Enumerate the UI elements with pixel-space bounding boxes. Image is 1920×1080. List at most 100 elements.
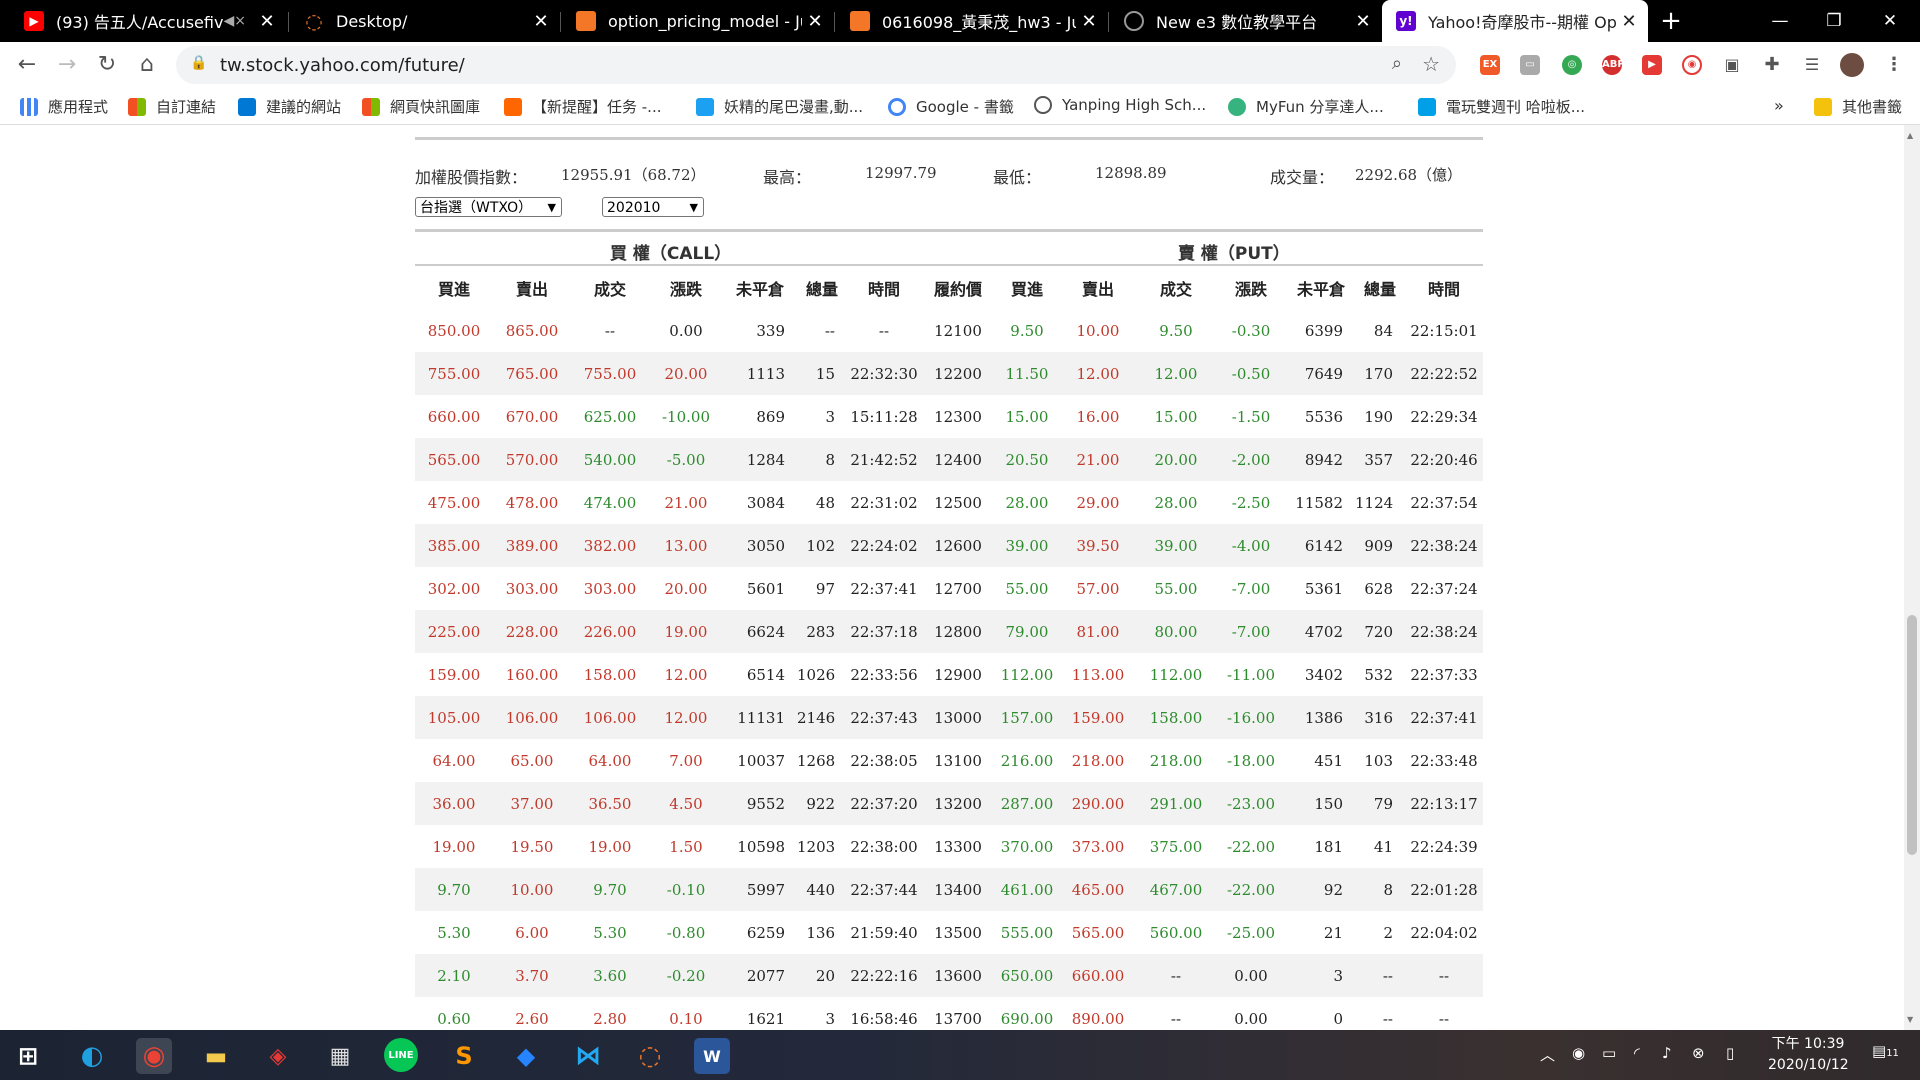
system-clock[interactable]: 下午 10:39 2020/10/12	[1768, 1034, 1849, 1076]
scroll-up-icon[interactable]: ▲	[1907, 131, 1913, 140]
bookmark-reminder[interactable]: 【新提醒】任务 -...	[504, 96, 662, 117]
tab-hw3[interactable]: 0616098_黃秉茂_hw3 - Jup ✕	[836, 0, 1108, 42]
bookmark-yanping[interactable]: Yanping High Sch...	[1034, 96, 1206, 114]
table-row[interactable]: 225.00 228.00 226.00 19.00 6624 283 22:37:18 12…	[415, 610, 1483, 653]
ime-icon[interactable]: ▯	[1726, 1044, 1734, 1062]
bookmark-star-icon[interactable]: ☆	[1422, 52, 1440, 76]
column-header: 履約價	[933, 282, 982, 299]
extension-icon[interactable]: ◉	[1682, 55, 1702, 75]
minimize-button[interactable]: —	[1750, 0, 1810, 42]
cast-icon[interactable]: ▣	[1722, 55, 1742, 75]
tab-yahoo[interactable]: y! Yahoo!奇摩股市--期權 Opti ✕	[1382, 0, 1648, 42]
back-button[interactable]: ←	[12, 50, 42, 80]
table-row[interactable]: 5.30 6.00 5.30 -0.80 6259 136 21:59:40 13500 555…	[415, 911, 1483, 954]
bookmark-apps[interactable]: 應用程式	[20, 96, 108, 117]
bookmark-gamer[interactable]: 電玩雙週刊 哈啦板...	[1418, 96, 1585, 117]
extension-icon[interactable]: ▭	[1520, 55, 1540, 75]
store-icon[interactable]: ▦	[322, 1038, 358, 1074]
avatar[interactable]	[1840, 53, 1864, 77]
table-cell: 373.00	[1071, 837, 1125, 856]
tab-desktop[interactable]: ◌ Desktop/ ✕	[290, 0, 560, 42]
volume-icon[interactable]: ♪	[1662, 1044, 1672, 1062]
close-icon[interactable]: ✕	[528, 11, 554, 32]
tab-e3[interactable]: New e3 數位教學平台 ✕	[1110, 0, 1382, 42]
battery-icon[interactable]: ▭	[1602, 1044, 1616, 1062]
adblock-icon[interactable]: ABP	[1602, 55, 1625, 75]
close-icon[interactable]: ✕	[1350, 11, 1376, 32]
reload-button[interactable]: ↻	[92, 50, 122, 80]
bookmark-web-slice[interactable]: 網頁快訊圖庫	[362, 96, 480, 117]
bookmark-google[interactable]: Google - 書籤	[888, 96, 1014, 117]
high-label: 最高：	[763, 168, 812, 187]
record-icon[interactable]: ◉	[1572, 1044, 1585, 1062]
table-cell: 2.10	[415, 954, 493, 997]
month-select[interactable]: 202010 ▼	[602, 197, 704, 217]
table-cell: -4.00	[1215, 524, 1287, 567]
close-icon[interactable]: ✕	[254, 11, 280, 32]
bookmark-myfun[interactable]: MyFun 分享達人...	[1228, 96, 1384, 117]
address-bar[interactable]: 🔒 tw.stock.yahoo.com/future/ ⌕ ☆	[176, 46, 1456, 84]
notifications-icon[interactable]: ▤11	[1872, 1042, 1899, 1060]
close-icon[interactable]: ✕	[802, 11, 828, 32]
table-row[interactable]: 0.60 2.60 2.80 0.10 1621 3 16:58:46 13700 690.00…	[415, 997, 1483, 1030]
table-row[interactable]: 19.00 19.50 19.00 1.50 10598 1203 22:38:00 1330…	[415, 825, 1483, 868]
close-circle-icon[interactable]: ⊗	[1692, 1044, 1705, 1062]
extensions-puzzle-icon[interactable]: ✚	[1762, 55, 1782, 75]
tab-option-pricing[interactable]: option_pricing_model - Jup ✕	[562, 0, 834, 42]
lock-icon[interactable]: 🔒	[190, 55, 210, 75]
word-icon[interactable]: W	[694, 1038, 730, 1074]
tab-youtube[interactable]: ▶ (93) 告五人/Accusefive ◀× ✕	[10, 0, 286, 42]
chrome-icon[interactable]: ◉	[136, 1038, 172, 1074]
zoom-icon[interactable]: ⌕	[1392, 53, 1402, 74]
table-cell: 0.00	[1234, 1009, 1268, 1028]
table-row[interactable]: 36.00 37.00 36.50 4.50 9552 922 22:37:20 13200 2…	[415, 782, 1483, 825]
table-row[interactable]: 2.10 3.70 3.60 -0.20 2077 20 22:22:16 13600 650.…	[415, 954, 1483, 997]
product-select[interactable]: 台指選（WTXO） ▼	[415, 197, 562, 217]
restore-button[interactable]: ❐	[1804, 0, 1864, 42]
close-icon[interactable]: ✕	[1616, 11, 1642, 32]
table-cell: 19.00	[588, 837, 632, 856]
scroll-down-icon[interactable]: ▼	[1907, 1015, 1913, 1024]
home-button[interactable]: ⌂	[132, 50, 162, 80]
table-row[interactable]: 9.70 10.00 9.70 -0.10 5997 440 22:37:44 13400 46…	[415, 868, 1483, 911]
bookmark-custom-links[interactable]: 自訂連結	[128, 96, 216, 117]
table-row[interactable]: 565.00 570.00 540.00 -5.00 1284 8 21:42:52 1240…	[415, 438, 1483, 481]
mute-icon[interactable]: ◀×	[224, 13, 247, 29]
wifi-icon[interactable]: ◜	[1634, 1044, 1640, 1062]
new-tab-button[interactable]: +	[1654, 4, 1688, 38]
table-row[interactable]: 660.00 670.00 625.00 -10.00 869 3 15:11:28 1230…	[415, 395, 1483, 438]
close-icon[interactable]: ✕	[1076, 11, 1102, 32]
vertical-scrollbar[interactable]: ▲ ▼	[1904, 125, 1920, 1030]
file-explorer-icon[interactable]: ▬	[198, 1038, 234, 1074]
jupyter-taskbar-icon[interactable]: ◌	[632, 1038, 668, 1074]
edge-icon[interactable]: ◐	[74, 1038, 110, 1074]
extension-icon[interactable]: ◎	[1562, 55, 1582, 75]
table-row[interactable]: 850.00 865.00 -- 0.00 339 -- -- 12100 9.50 10.00 9…	[415, 309, 1483, 352]
garena-icon[interactable]: ◈	[260, 1038, 296, 1074]
table-row[interactable]: 105.00 106.00 106.00 12.00 11131 2146 22:37:43…	[415, 696, 1483, 739]
show-hidden-icons-chevron-icon[interactable]: ︿	[1540, 1044, 1555, 1065]
table-row[interactable]: 64.00 65.00 64.00 7.00 10037 1268 22:38:05 1310…	[415, 739, 1483, 782]
line-icon[interactable]: LINE	[384, 1038, 418, 1072]
sublime-text-icon[interactable]: S	[446, 1038, 482, 1074]
table-row[interactable]: 302.00 303.00 303.00 20.00 5601 97 22:37:41 127…	[415, 567, 1483, 610]
table-row[interactable]: 475.00 478.00 474.00 21.00 3084 48 22:31:02 125…	[415, 481, 1483, 524]
scrollbar-thumb[interactable]	[1907, 615, 1917, 855]
more-bookmarks-chevron-icon[interactable]: »	[1774, 96, 1784, 115]
sourcetree-icon[interactable]: ◆	[508, 1038, 544, 1074]
extension-icon[interactable]: EX	[1480, 55, 1500, 75]
extension-icon[interactable]: ▶	[1642, 55, 1662, 75]
table-row[interactable]: 159.00 160.00 158.00 12.00 6514 1026 22:33:56 1…	[415, 653, 1483, 696]
bookmark-other[interactable]: 其他書籤	[1814, 96, 1902, 117]
forward-button[interactable]: →	[52, 50, 82, 80]
menu-icon[interactable]: ⋮	[1884, 55, 1904, 75]
reading-list-icon[interactable]: ☰	[1802, 55, 1822, 75]
window-close-button[interactable]: ✕	[1860, 0, 1920, 42]
start-icon[interactable]: ⊞	[10, 1038, 46, 1074]
table-row[interactable]: 385.00 389.00 382.00 13.00 3050 102 22:24:02 12…	[415, 524, 1483, 567]
vscode-icon[interactable]: ⋈	[570, 1038, 606, 1074]
table-cell: 1113	[723, 352, 797, 395]
bookmark-fairy-tail[interactable]: 妖精的尾巴漫畫,動...	[696, 96, 863, 117]
table-row[interactable]: 755.00 765.00 755.00 20.00 1113 15 22:32:30 122…	[415, 352, 1483, 395]
bookmark-suggested-sites[interactable]: 建議的網站	[238, 96, 341, 117]
